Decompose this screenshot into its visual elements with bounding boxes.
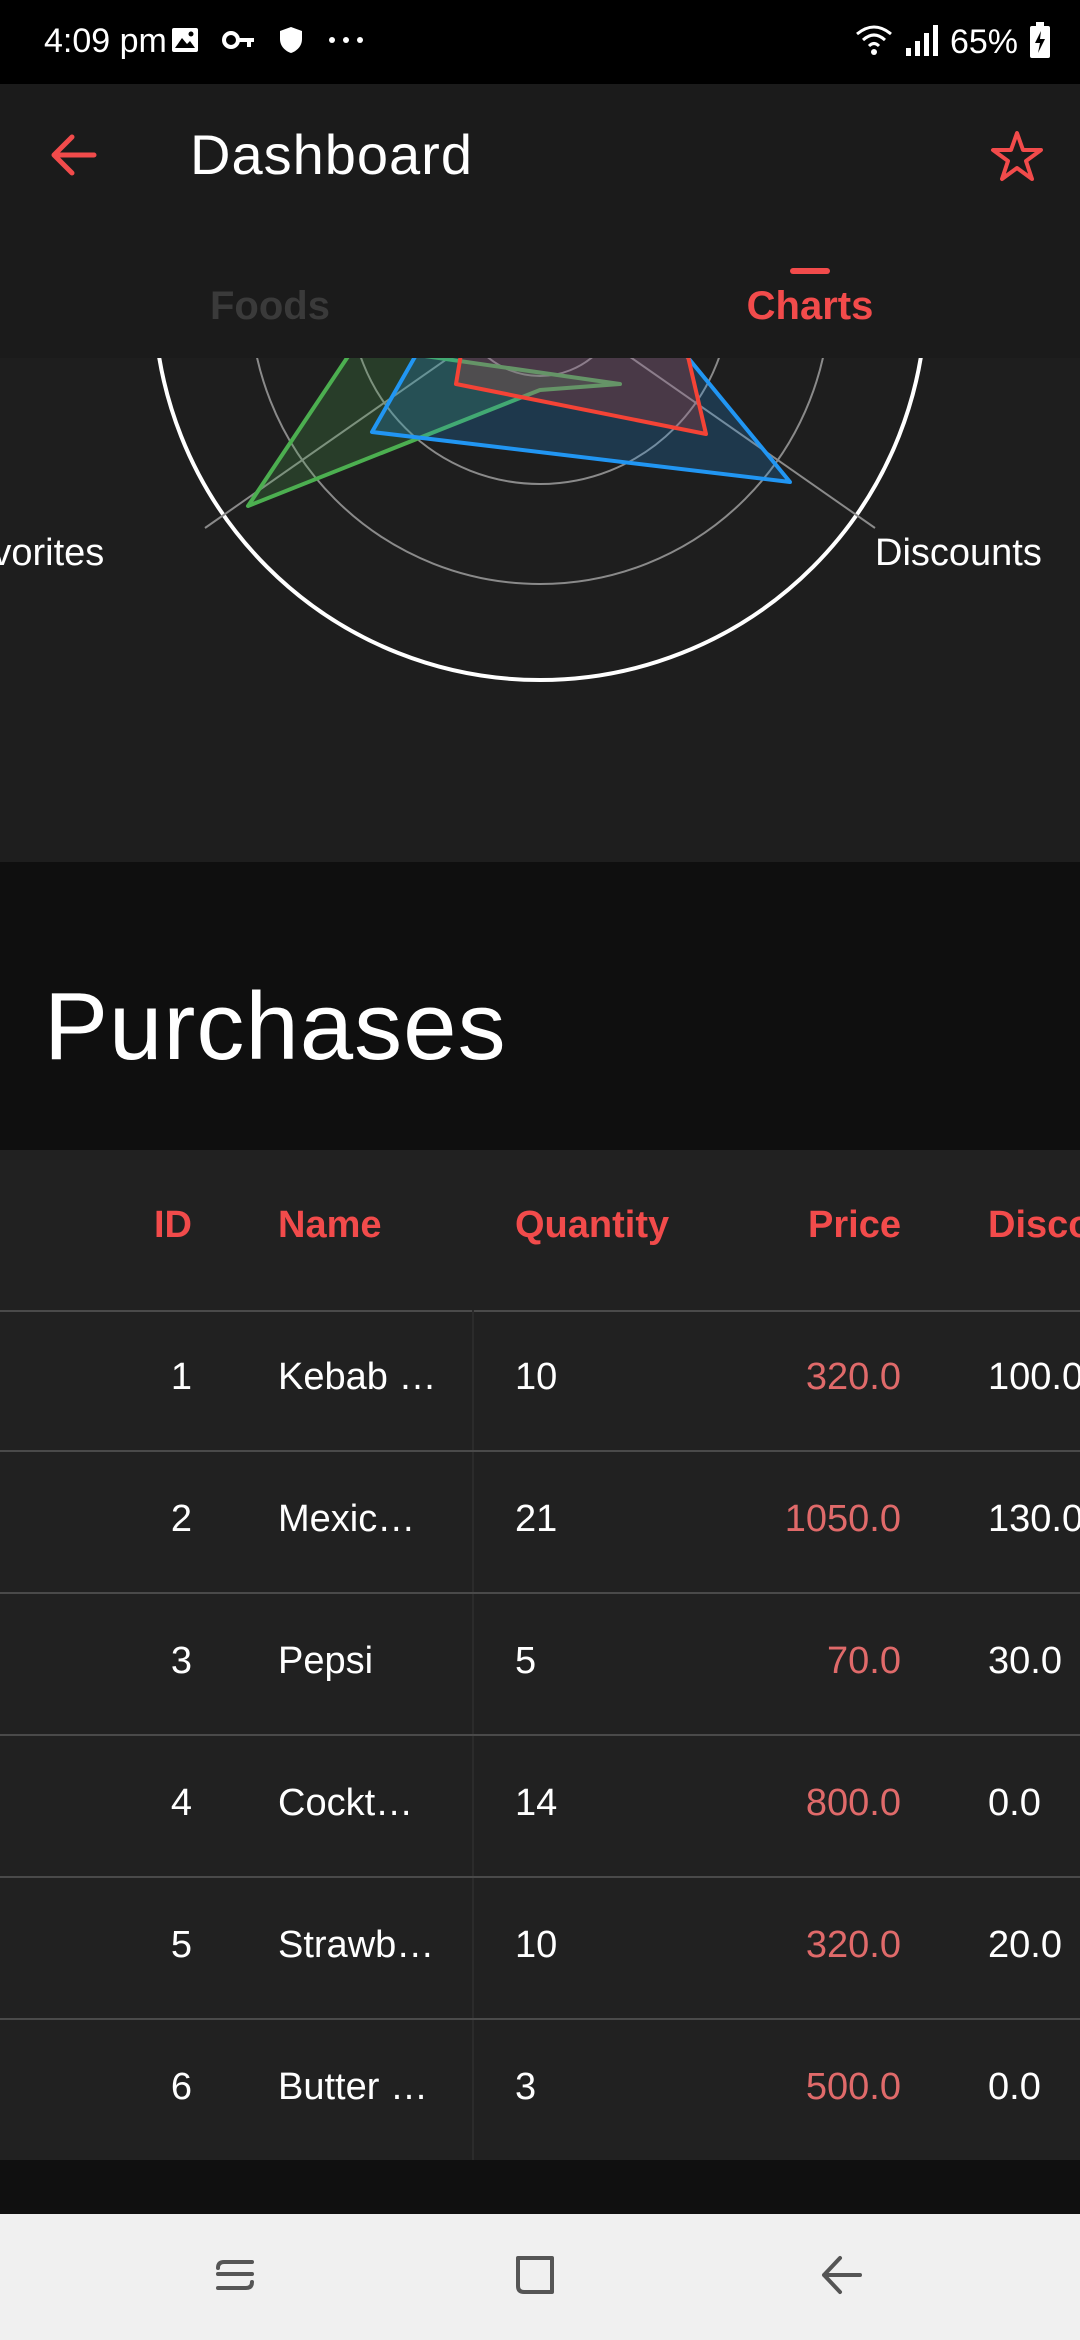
cell-name: Kebab …: [278, 1356, 437, 1398]
arrow-left-icon: [48, 133, 98, 182]
back-button[interactable]: [40, 124, 106, 190]
axis-label-discounts: Discounts: [875, 532, 1042, 574]
cell-id: 1: [170, 1356, 192, 1398]
home-icon: [510, 2250, 560, 2305]
cell-name: Butter …: [278, 2066, 428, 2108]
table-row[interactable]: 3 Pepsi 5 70.0 30.0: [0, 1594, 1080, 1736]
cell-discount: 0.0: [988, 2066, 1041, 2108]
tab-indicator: [790, 268, 830, 274]
battery-icon: [1028, 21, 1052, 64]
purchases-table[interactable]: ID Name Quantity Price Disco 1 Kebab … 1…: [0, 1150, 1080, 2160]
cell-id: 3: [170, 1640, 192, 1682]
cell-name: Strawb…: [278, 1924, 435, 1966]
cell-discount: 0.0: [988, 1782, 1041, 1824]
tab-foods[interactable]: Foods: [0, 254, 540, 358]
system-nav-bar: [0, 2214, 1080, 2340]
cell-name: Cockt…: [278, 1782, 414, 1824]
tab-bar: Foods Charts: [0, 254, 1080, 358]
axis-label-favorites: Favorites: [0, 532, 105, 574]
app-bar: Dashboard Foods Charts: [0, 84, 1080, 358]
shield-icon: [278, 25, 304, 60]
cell-discount: 20.0: [988, 1924, 1062, 1966]
cell-quantity: 21: [515, 1498, 558, 1540]
cell-price: 800.0: [805, 1782, 901, 1824]
column-header-price[interactable]: Price: [700, 1204, 901, 1247]
recent-apps-button[interactable]: [200, 2242, 270, 2312]
signal-icon: [904, 22, 940, 63]
status-left-icons: [170, 24, 366, 60]
page-title: Dashboard: [190, 123, 473, 186]
key-icon: [222, 25, 256, 60]
column-header-quantity[interactable]: Quantity: [515, 1204, 669, 1247]
nav-back-button[interactable]: [806, 2242, 876, 2312]
status-time: 4:09 pm: [44, 22, 167, 60]
image-icon: [170, 25, 200, 60]
cell-price: 320.0: [805, 1924, 901, 1966]
cell-id: 2: [170, 1498, 192, 1540]
favorite-button[interactable]: [984, 126, 1050, 192]
cell-quantity: 3: [515, 2066, 537, 2108]
back-icon: [816, 2250, 866, 2305]
wifi-icon: [854, 22, 894, 63]
cell-discount: 100.0: [988, 1356, 1080, 1398]
section-title: Purchases: [44, 973, 507, 1080]
cell-price: 1050.0: [784, 1498, 901, 1540]
recent-apps-icon: [210, 2250, 260, 2305]
cell-quantity: 10: [515, 1356, 558, 1398]
page-footer-spacer: [0, 2160, 1080, 2214]
purchases-header: Purchases: [0, 862, 1080, 1150]
star-icon: [990, 130, 1044, 189]
table-row[interactable]: 6 Butter … 3 500.0 0.0: [0, 2020, 1080, 2160]
status-right: 65%: [854, 20, 1052, 64]
cell-id: 4: [170, 1782, 192, 1824]
cell-discount: 30.0: [988, 1640, 1062, 1682]
column-header-discount[interactable]: Disco: [988, 1204, 1080, 1247]
table-row[interactable]: 5 Strawb… 10 320.0 20.0: [0, 1878, 1080, 2020]
table-row[interactable]: 4 Cockt… 14 800.0 0.0: [0, 1736, 1080, 1878]
cell-quantity: 14: [515, 1782, 558, 1824]
table-row[interactable]: 2 Mexic… 21 1050.0 130.0: [0, 1452, 1080, 1594]
cell-discount: 130.0: [988, 1498, 1080, 1540]
table-header: ID Name Quantity Price Disco: [0, 1150, 1080, 1312]
cell-price: 500.0: [805, 2066, 901, 2108]
table-row[interactable]: 1 Kebab … 10 320.0 100.0: [0, 1310, 1080, 1452]
more-dots-icon: [326, 25, 366, 60]
cell-name: Pepsi: [278, 1640, 374, 1682]
home-button[interactable]: [500, 2242, 570, 2312]
cell-quantity: 10: [515, 1924, 558, 1966]
cell-id: 5: [170, 1924, 192, 1966]
radar-chart[interactable]: Favorites Discounts: [0, 358, 1080, 862]
column-header-name[interactable]: Name: [278, 1204, 478, 1247]
cell-price: 320.0: [805, 1356, 901, 1398]
cell-price: 70.0: [827, 1640, 901, 1682]
cell-quantity: 5: [515, 1640, 537, 1682]
column-header-id[interactable]: ID: [80, 1204, 192, 1247]
cell-name: Mexic…: [278, 1498, 416, 1540]
battery-percent: 65%: [949, 22, 1018, 61]
cell-id: 6: [170, 2066, 192, 2108]
radar-chart-svg: [157, 358, 923, 682]
status-bar: 4:09 pm 65%: [0, 0, 1080, 84]
